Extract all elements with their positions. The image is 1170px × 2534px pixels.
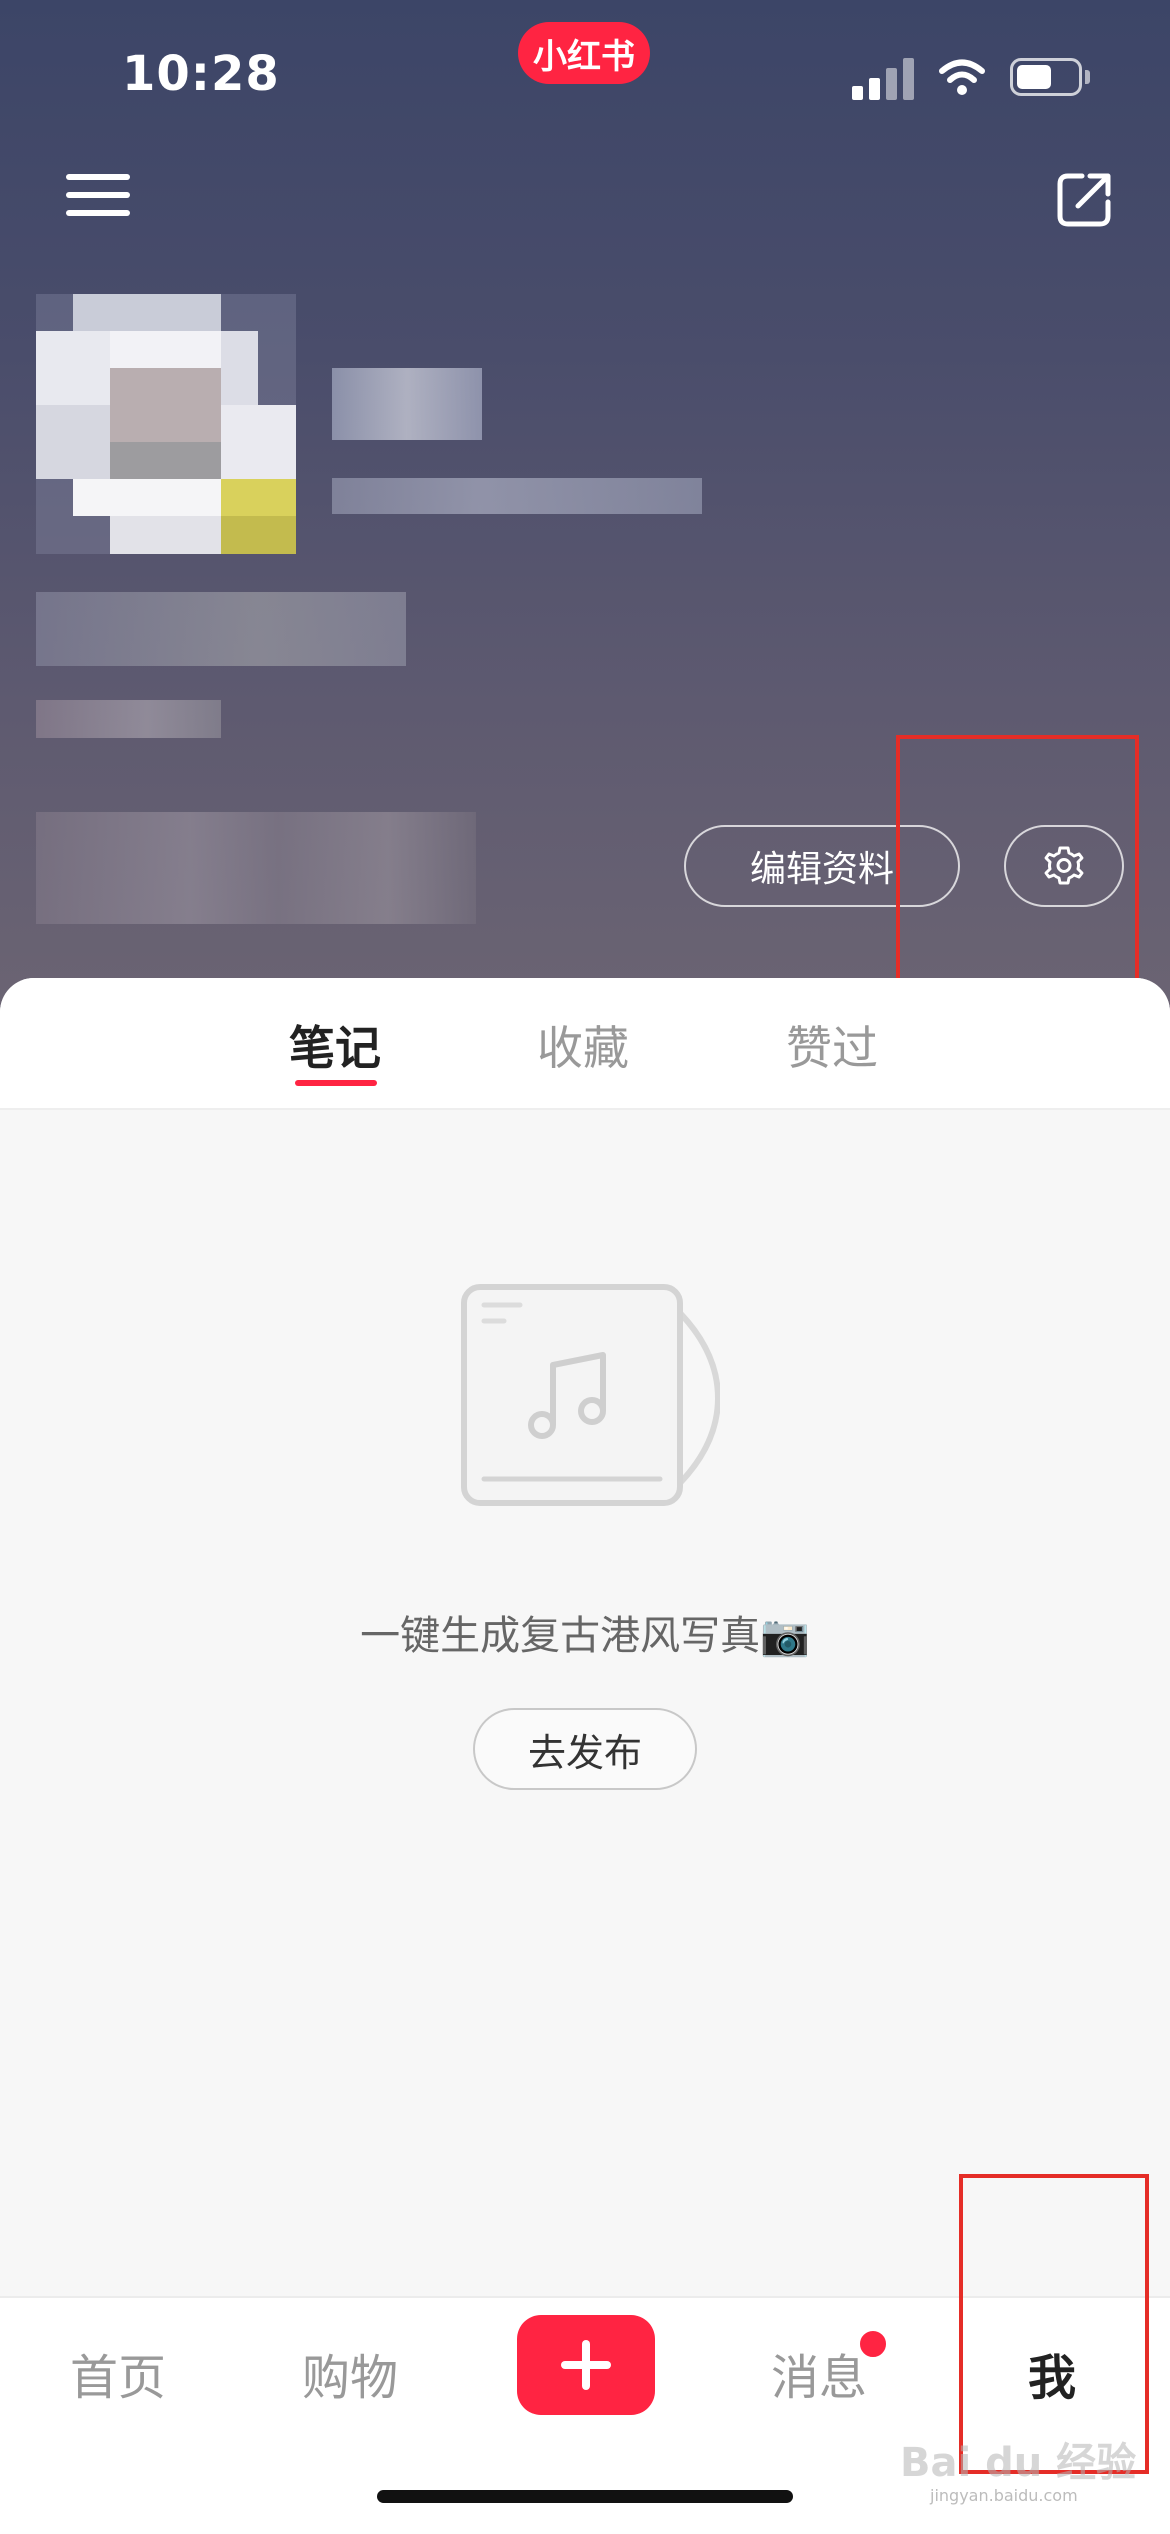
- profile-tabs: 笔记 收藏 赞过: [0, 978, 1170, 1110]
- settings-button[interactable]: [1004, 825, 1124, 907]
- app-badge: 小红书: [518, 22, 650, 84]
- tab-liked[interactable]: 赞过: [786, 1012, 878, 1078]
- watermark: Bai du 经验: [900, 2440, 1137, 2486]
- status-time: 10:28: [122, 46, 280, 102]
- music-note-icon: [461, 1284, 720, 1506]
- menu-icon[interactable]: [66, 168, 130, 222]
- publish-button[interactable]: 去发布: [473, 1708, 697, 1790]
- edit-profile-button[interactable]: 编辑资料: [684, 825, 960, 907]
- bio-blurred: [36, 592, 406, 666]
- nav-me[interactable]: 我: [1028, 2338, 1076, 2408]
- tab-collections[interactable]: 收藏: [537, 1012, 629, 1078]
- stats-blurred: [36, 812, 476, 924]
- profile-header: 10:28 小红书 编辑资料: [0, 0, 1170, 1010]
- nav-messages[interactable]: 消息: [771, 2338, 867, 2408]
- user-id-blurred: [332, 478, 702, 514]
- username-blurred: [332, 368, 482, 440]
- profile-content: 笔记 收藏 赞过 一键生成复古港风写真📷 去发布: [0, 978, 1170, 2298]
- settings-gear-icon: [1044, 846, 1084, 885]
- create-post-button[interactable]: [517, 2315, 655, 2415]
- watermark-url: jingyan.baidu.com: [930, 2486, 1078, 2505]
- empty-state-prompt: 一键生成复古港风写真📷: [360, 1613, 810, 1659]
- bio-line2-blurred: [36, 700, 221, 738]
- message-badge: [857, 2328, 889, 2360]
- battery-cap: [1085, 70, 1090, 84]
- home-indicator[interactable]: [377, 2490, 793, 2503]
- battery-icon: [1010, 58, 1082, 96]
- nav-home[interactable]: 首页: [70, 2338, 166, 2408]
- tab-notes[interactable]: 笔记: [289, 1012, 381, 1078]
- nav-shop[interactable]: 购物: [302, 2338, 398, 2408]
- avatar[interactable]: [36, 294, 296, 554]
- tab-active-indicator: [295, 1080, 377, 1086]
- wifi-icon: [939, 59, 985, 95]
- signal-icon: [852, 58, 916, 100]
- share-icon[interactable]: [1054, 168, 1116, 230]
